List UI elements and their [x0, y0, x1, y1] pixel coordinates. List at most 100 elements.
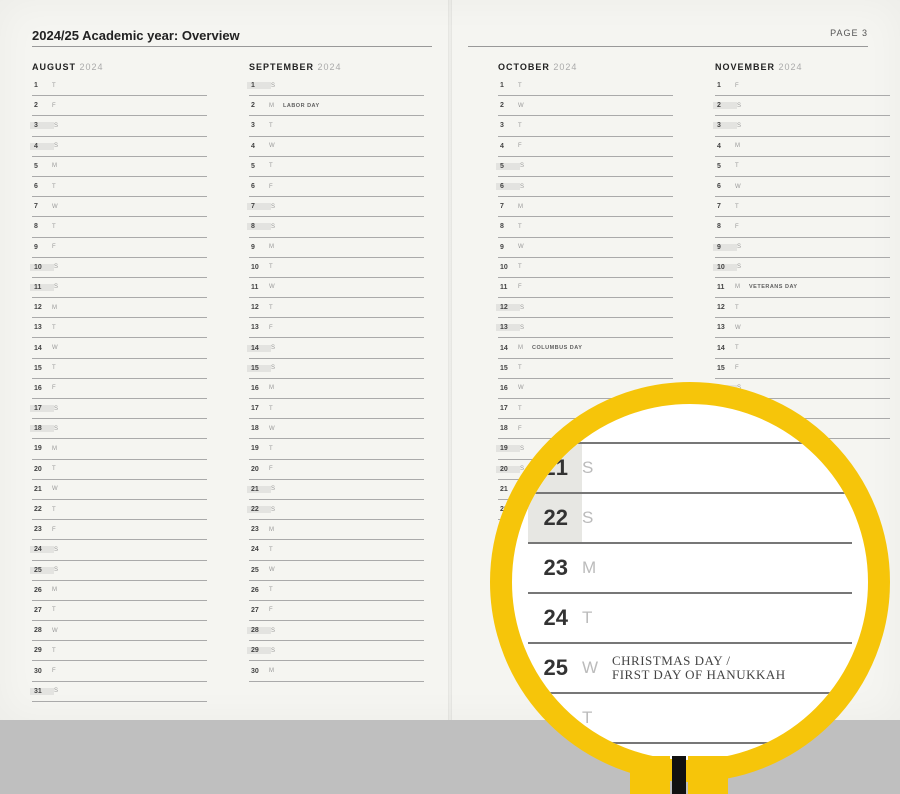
day-of-week: S — [737, 123, 751, 129]
magnifier-day-number: 22 — [528, 494, 582, 542]
header-rule-right — [468, 46, 868, 47]
magnifier-day-of-week: S — [582, 508, 612, 528]
day-of-week: S — [54, 123, 68, 129]
day-number: 13 — [249, 324, 269, 331]
day-row: 10T — [249, 258, 424, 278]
magnifier-day-of-week: F — [582, 422, 612, 442]
day-of-week: T — [269, 123, 283, 129]
day-of-week: M — [518, 204, 532, 210]
day-row: 10S — [32, 258, 207, 278]
day-number: 2 — [713, 102, 737, 109]
day-number: 6 — [32, 183, 52, 190]
day-row: 6S — [498, 177, 673, 197]
day-of-week: S — [520, 325, 534, 331]
day-note: LABOR DAY — [283, 103, 320, 109]
day-row: 3S — [32, 116, 207, 136]
month-column: SEPTEMBER 20241S2MLABOR DAY3T4W5T6F7S8S9… — [249, 62, 424, 702]
day-row: 15F — [715, 359, 890, 379]
day-row: 24T — [249, 540, 424, 560]
page-title: 2024/25 Academic year: Overview — [32, 28, 240, 43]
day-row: 9S — [715, 238, 890, 258]
day-number: 2 — [498, 102, 518, 109]
day-number: 27 — [249, 607, 269, 614]
day-of-week: T — [518, 224, 532, 230]
day-of-week: F — [52, 103, 66, 109]
day-row: 22S — [249, 500, 424, 520]
day-row: 30M — [249, 661, 424, 681]
day-of-week: S — [271, 486, 285, 492]
day-of-week: S — [54, 688, 68, 694]
day-number: 3 — [713, 122, 737, 129]
day-number: 13 — [32, 324, 52, 331]
day-number: 5 — [249, 163, 269, 170]
day-row: 8S — [249, 217, 424, 237]
day-of-week: W — [269, 426, 283, 432]
day-row: 12T — [715, 298, 890, 318]
day-row: 13F — [249, 318, 424, 338]
day-of-week: W — [518, 244, 532, 250]
day-number: 28 — [32, 627, 52, 634]
day-row: 20F — [249, 460, 424, 480]
day-number: 1 — [715, 82, 735, 89]
magnifier-row: 20F — [528, 412, 852, 444]
day-row: 9F — [32, 238, 207, 258]
day-row: 6T — [32, 177, 207, 197]
day-number: 19 — [496, 445, 520, 452]
day-number: 8 — [498, 223, 518, 230]
magnifier-day-number: 23 — [528, 555, 582, 581]
day-number: 26 — [249, 587, 269, 594]
month-title: SEPTEMBER 2024 — [249, 62, 424, 72]
day-number: 9 — [713, 244, 737, 251]
day-note: VETERANS DAY — [749, 284, 798, 290]
magnifier-day-of-week: T — [582, 708, 612, 728]
day-of-week: S — [737, 264, 751, 270]
day-of-week: S — [737, 103, 751, 109]
day-row: 26T — [249, 581, 424, 601]
day-row: 28W — [32, 621, 207, 641]
day-number: 16 — [498, 385, 518, 392]
day-number: 1 — [247, 82, 271, 89]
day-number: 5 — [496, 163, 520, 170]
day-of-week: T — [52, 184, 66, 190]
day-row: 18S — [32, 419, 207, 439]
magnifier-row: 25WCHRISTMAS DAY /FIRST DAY OF HANUKKAH — [528, 644, 852, 694]
day-of-week: S — [54, 264, 68, 270]
day-of-week: M — [52, 587, 66, 593]
day-number: 25 — [249, 567, 269, 574]
day-number: 24 — [30, 546, 54, 553]
magnifier-note: CHRISTMAS DAY /FIRST DAY OF HANUKKAH — [612, 654, 786, 682]
day-row: 19M — [32, 439, 207, 459]
magnifier-day-number: 25 — [528, 655, 582, 681]
day-number: 1 — [32, 82, 52, 89]
day-number: 29 — [32, 647, 52, 654]
day-of-week: T — [52, 83, 66, 89]
day-of-week: T — [518, 406, 532, 412]
day-number: 10 — [498, 264, 518, 271]
day-of-week: S — [54, 143, 68, 149]
day-row: 1T — [32, 76, 207, 96]
day-number: 14 — [498, 345, 518, 352]
day-row: 8T — [32, 217, 207, 237]
day-row: 2S — [715, 96, 890, 116]
day-row: 1T — [498, 76, 673, 96]
day-of-week: F — [269, 184, 283, 190]
day-row: 6W — [715, 177, 890, 197]
day-number: 12 — [715, 304, 735, 311]
day-row: 24S — [32, 540, 207, 560]
day-note: COLUMBUS DAY — [532, 345, 582, 351]
day-number: 5 — [715, 163, 735, 170]
day-of-week: F — [518, 143, 532, 149]
day-number: 3 — [30, 122, 54, 129]
day-number: 22 — [247, 506, 271, 513]
day-of-week: S — [271, 224, 285, 230]
day-of-week: T — [269, 264, 283, 270]
day-row: 12M — [32, 298, 207, 318]
day-number: 30 — [32, 668, 52, 675]
day-row: 10S — [715, 258, 890, 278]
day-number: 10 — [30, 264, 54, 271]
day-of-week: T — [269, 446, 283, 452]
day-row: 3T — [249, 116, 424, 136]
day-of-week: T — [269, 406, 283, 412]
day-of-week: T — [52, 648, 66, 654]
day-of-week: F — [269, 607, 283, 613]
